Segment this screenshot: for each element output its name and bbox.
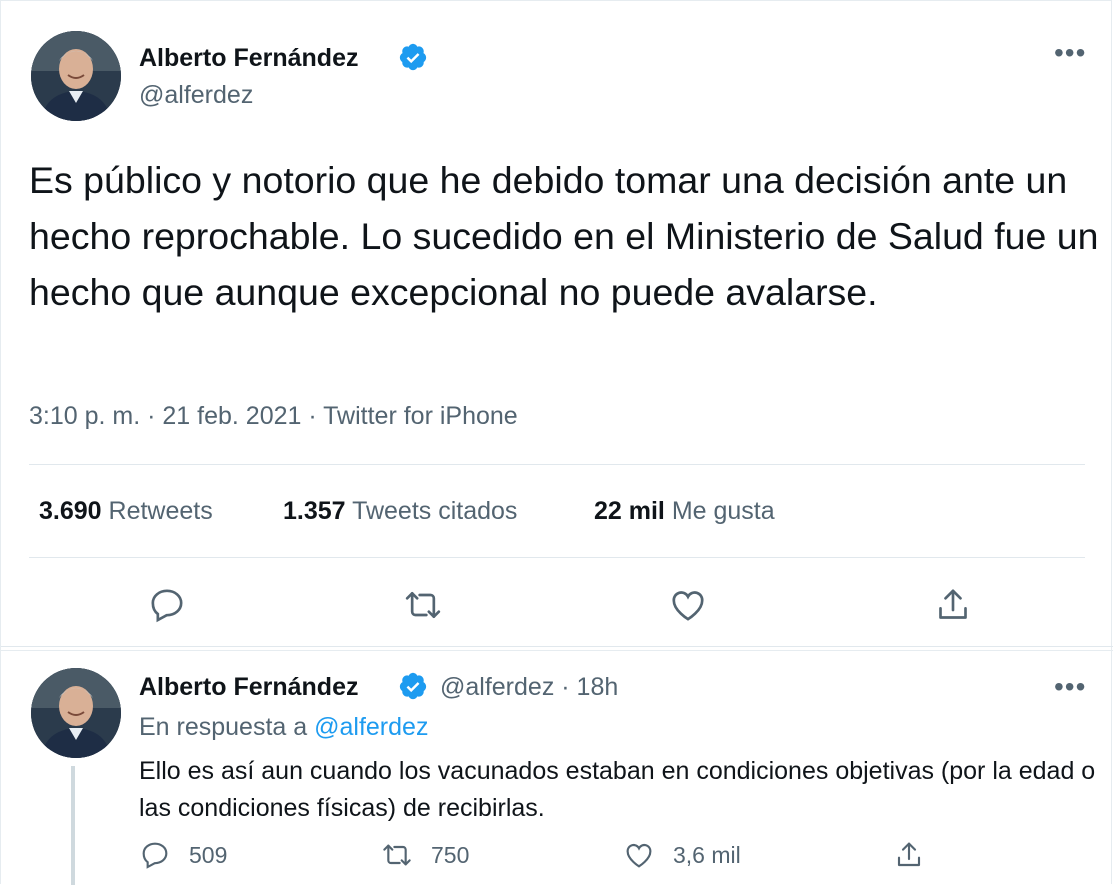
- more-options-icon[interactable]: •••: [1054, 673, 1086, 701]
- thread-connector: [71, 766, 75, 885]
- reply-handle-time[interactable]: @alferdez · 18h: [440, 673, 618, 702]
- author-handle[interactable]: @alferdez: [139, 81, 253, 110]
- replying-to-label: En respuesta a: [139, 713, 315, 741]
- retweets-label: Retweets: [108, 497, 213, 525]
- share-icon[interactable]: [933, 585, 973, 625]
- reply-count: 509: [189, 841, 228, 868]
- reply-button[interactable]: 509: [139, 839, 227, 871]
- divider: [29, 464, 1085, 465]
- likes-count: 22 mil: [594, 497, 665, 525]
- like-button[interactable]: 3,6 mil: [623, 839, 741, 871]
- reply-author-avatar[interactable]: [31, 668, 121, 758]
- divider: [29, 557, 1085, 558]
- retweet-count: 750: [431, 841, 470, 868]
- quotes-count: 1.357: [283, 497, 346, 525]
- divider: [1, 646, 1113, 647]
- like-icon: [626, 843, 652, 868]
- reply-icon: [142, 842, 168, 869]
- retweet-button[interactable]: 750: [381, 839, 469, 871]
- tweet-text: Es público y notorio que he debido tomar…: [29, 159, 1099, 313]
- verified-badge-icon: [399, 672, 427, 700]
- verified-badge-icon: [399, 43, 427, 71]
- retweet-icon: [383, 844, 411, 866]
- retweets-count: 3.690: [39, 497, 102, 525]
- retweets-stat[interactable]: 3.690 Retweets: [39, 497, 213, 526]
- tweet-thread: Alberto Fernández @alferdez ••• Es públi…: [0, 0, 1113, 885]
- reply-icon[interactable]: [147, 585, 187, 625]
- likes-label: Me gusta: [671, 497, 775, 525]
- replying-to: En respuesta a @alferdez: [139, 713, 428, 742]
- quote-tweets-stat[interactable]: 1.357 Tweets citados: [283, 497, 517, 526]
- author-name[interactable]: Alberto Fernández: [139, 44, 358, 73]
- tweet-timestamp[interactable]: 3:10 p. m. · 21 feb. 2021 · Twitter for …: [29, 402, 518, 431]
- more-options-icon[interactable]: •••: [1054, 39, 1086, 67]
- reply-tweet-text: Ello es así aun cuando los vacunados est…: [139, 757, 1096, 822]
- like-icon[interactable]: [668, 585, 708, 625]
- share-icon: [897, 842, 921, 867]
- reply-author-name[interactable]: Alberto Fernández: [139, 673, 358, 702]
- replying-to-link[interactable]: @alferdez: [314, 713, 428, 741]
- share-button[interactable]: [893, 839, 943, 871]
- retweet-icon[interactable]: [403, 585, 443, 625]
- quotes-label: Tweets citados: [352, 497, 518, 525]
- author-avatar[interactable]: [31, 31, 121, 121]
- likes-stat[interactable]: 22 mil Me gusta: [594, 497, 775, 526]
- divider: [1, 650, 1113, 651]
- like-count: 3,6 mil: [673, 841, 741, 868]
